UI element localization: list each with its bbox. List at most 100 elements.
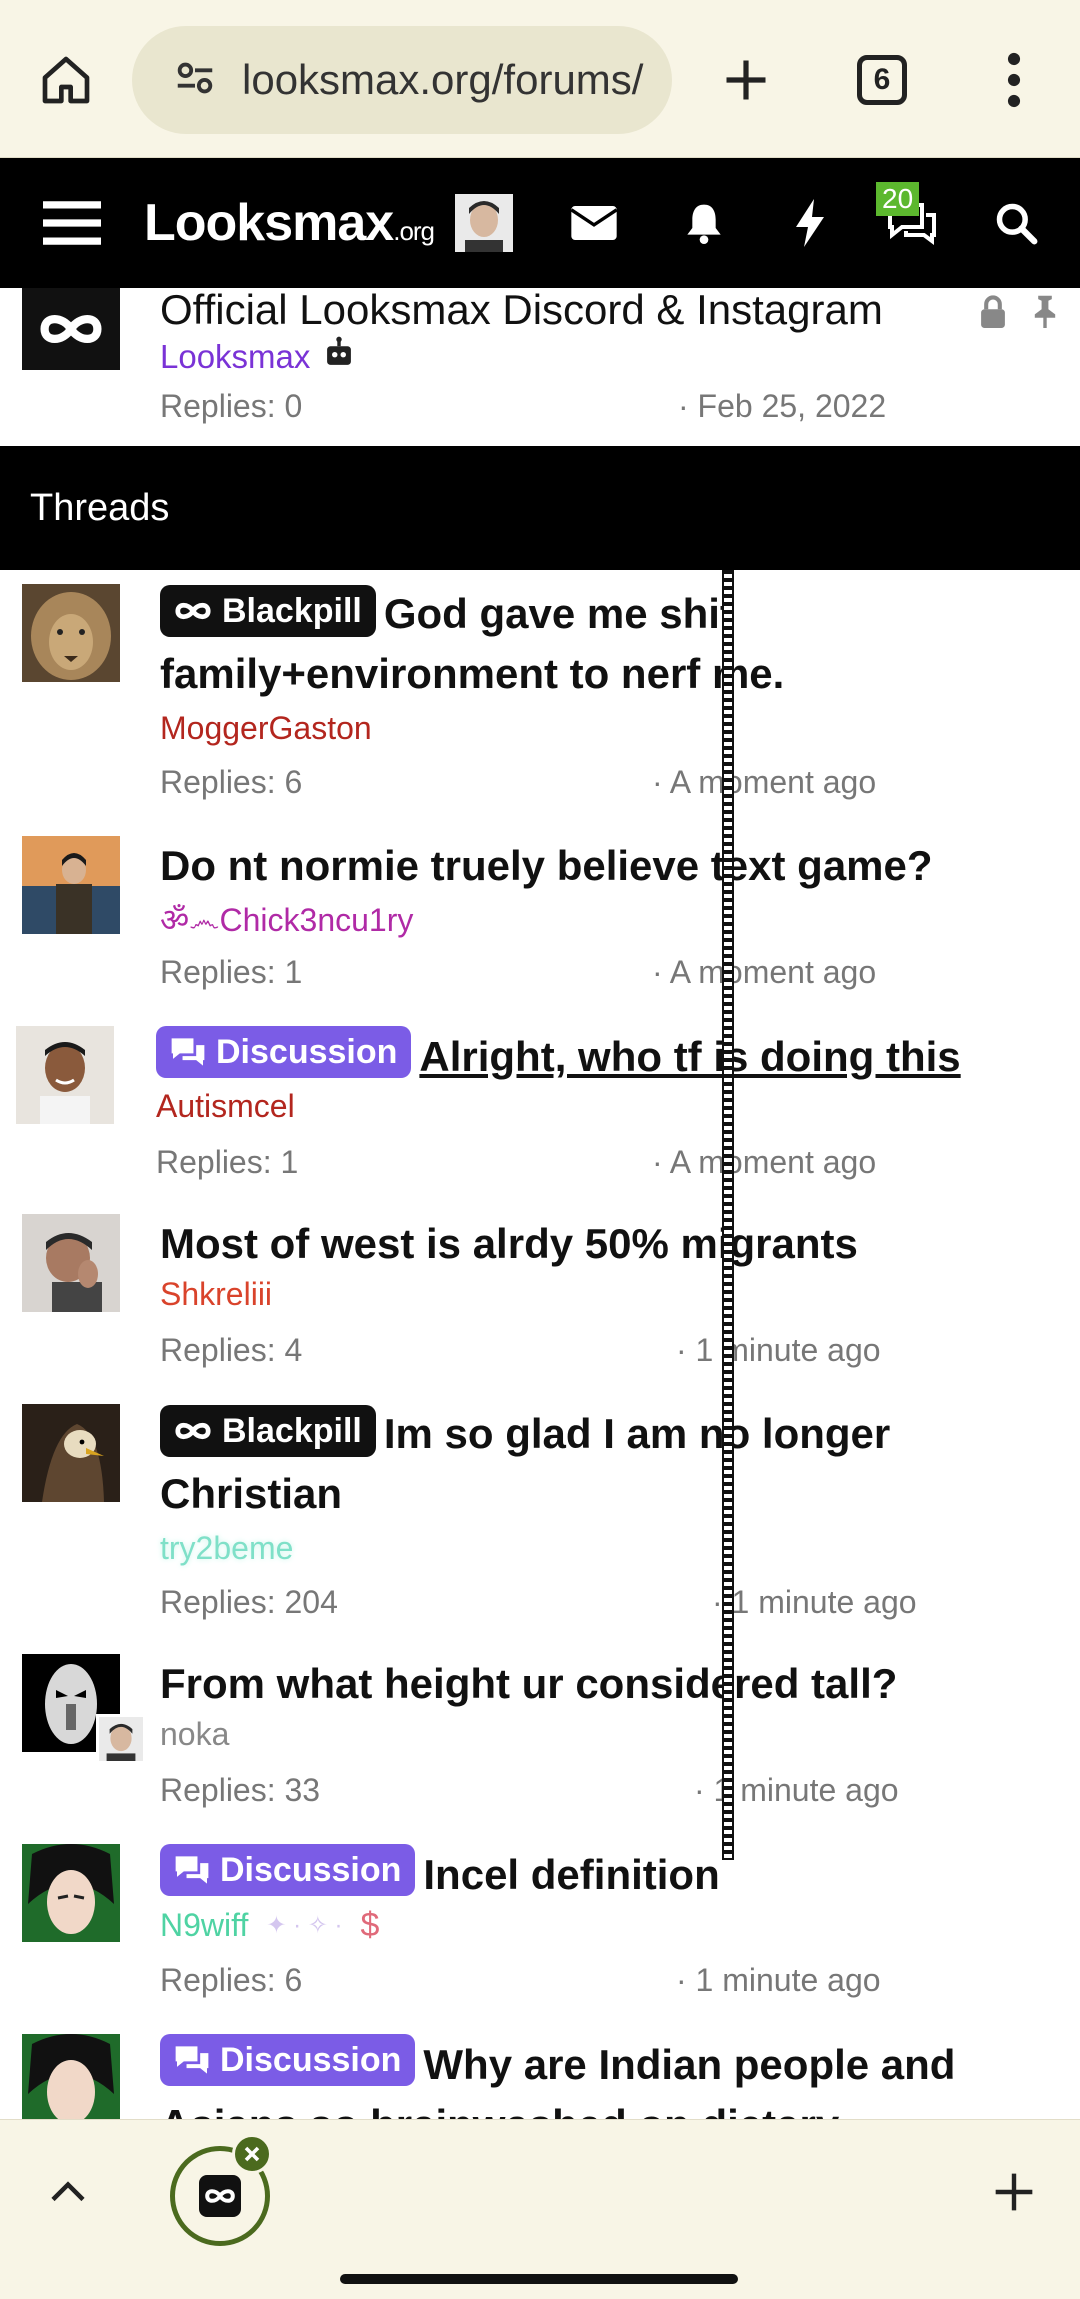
thread-title[interactable]: Discussion Why are Indian people and Asi… (160, 2034, 1060, 2119)
prefix-badge[interactable]: Discussion (160, 2034, 416, 2086)
thread-author[interactable]: try2beme (160, 1530, 293, 1567)
thread-item[interactable]: Do nt normie truely believe text game? ॐ… (0, 836, 1080, 1006)
thread-replies: Replies: 6 (160, 1962, 303, 1998)
lock-icon (976, 294, 1010, 333)
scroll-chain-decoration (722, 570, 734, 1860)
thread-item[interactable]: From what height ur considered tall? nok… (0, 1654, 1080, 1824)
mail-icon[interactable] (566, 188, 622, 258)
sticky-thread-title[interactable]: Official Looksmax Discord & Instagram (160, 286, 883, 334)
avatar[interactable] (22, 584, 120, 682)
new-tab-icon[interactable] (706, 40, 786, 120)
close-icon[interactable] (232, 2134, 272, 2174)
looksmax-logo-avatar[interactable] (22, 288, 120, 370)
thread-replies: Replies: 4 (160, 1332, 303, 1368)
prefix-badge[interactable]: Discussion (156, 1026, 412, 1078)
thread-replies: Replies: 204 (160, 1584, 338, 1620)
prefix-label: Discussion (220, 1851, 402, 1889)
sticky-thread[interactable]: Official Looksmax Discord & Instagram Lo… (0, 286, 1080, 446)
secondary-avatar (96, 1714, 146, 1764)
thread-time: · 1 minute ago (676, 1332, 881, 1368)
thread-time: · 1 minute ago (676, 1962, 881, 1998)
sticky-time: · Feb 25, 2022 (678, 388, 887, 424)
thread-replies: Replies: 6 (160, 764, 303, 800)
thread-item[interactable]: Discussion Incel definition N9wiff ✦ · ✧… (0, 1844, 1080, 2014)
prefix-badge[interactable]: Blackpill (160, 1405, 376, 1457)
thread-time: · 1 minute ago (712, 1584, 917, 1620)
dollar-icon: $ (360, 1906, 380, 1944)
sticky-thread-author[interactable]: Looksmax (160, 338, 310, 376)
prefix-badge[interactable]: Blackpill (160, 585, 376, 637)
thread-title-text: Most of west is alrdy 50% migrants (160, 1220, 858, 1267)
thread-title[interactable]: Blackpill God gave me shit family+enviro… (160, 584, 1060, 704)
robot-icon (322, 336, 356, 378)
url-text: looksmax.org/forums/ (242, 56, 644, 103)
thread-title[interactable]: Most of west is alrdy 50% migrants (160, 1214, 1060, 1274)
lightning-icon[interactable] (782, 188, 838, 258)
avatar[interactable] (22, 836, 120, 934)
prefix-label: Discussion (216, 1033, 398, 1071)
gesture-handle[interactable] (340, 2274, 738, 2284)
thread-author[interactable]: noka (160, 1716, 229, 1753)
thread-time: · A moment ago (652, 764, 877, 800)
thread-title[interactable]: Discussion Incel definition (160, 1844, 1060, 1905)
bell-icon[interactable] (676, 188, 732, 258)
prefix-label: Discussion (220, 2041, 402, 2079)
thread-item[interactable]: Blackpill God gave me shit family+enviro… (0, 584, 1080, 822)
looksmax-favicon-icon (199, 2175, 241, 2217)
infinity-icon (175, 1422, 211, 1440)
chat-icon (175, 2046, 209, 2074)
thread-title-text: Alright, who tf is doing this (419, 1033, 961, 1080)
pin-icon (1028, 294, 1062, 333)
thread-time: · A moment ago (652, 1144, 877, 1180)
thread-item[interactable]: Blackpill Im so glad I am no longer Chri… (0, 1404, 1080, 1642)
user-avatar[interactable] (454, 188, 514, 258)
thread-author[interactable]: ॐ෴Chick3ncu1ry (160, 898, 413, 941)
prefix-label: Blackpill (222, 592, 362, 630)
more-menu-icon[interactable] (974, 40, 1054, 120)
threads-section-title: Threads (30, 486, 170, 529)
thread-title[interactable]: Discussion Alright, who tf is doing this (156, 1026, 1056, 1087)
thread-replies: Replies: 1 (160, 954, 303, 990)
thread-item[interactable]: Discussion Why are Indian people and Asi… (0, 2034, 1080, 2119)
hamburger-menu-icon[interactable] (36, 188, 108, 258)
thread-author[interactable]: Autismcel (156, 1088, 295, 1125)
sticky-replies: Replies: 0 (160, 388, 303, 424)
thread-item[interactable]: Most of west is alrdy 50% migrants Shkre… (0, 1214, 1080, 1384)
thread-item[interactable]: Discussion Alright, who tf is doing this… (0, 1026, 1080, 1196)
browser-toolbar: looksmax.org/forums/ 6 (0, 0, 1080, 158)
thread-author[interactable]: N9wiff (160, 1907, 248, 1944)
thread-author[interactable]: Shkreliii (160, 1276, 272, 1313)
chat-icon (175, 1856, 209, 1884)
search-icon[interactable] (988, 188, 1044, 258)
avatar[interactable] (22, 1214, 120, 1312)
messages-badge: 20 (876, 182, 920, 216)
prefix-label: Blackpill (222, 1412, 362, 1450)
chevron-up-icon[interactable] (38, 2162, 98, 2222)
prefix-badge[interactable]: Discussion (160, 1844, 416, 1896)
thread-title-text: Incel definition (423, 1851, 720, 1898)
home-icon[interactable] (26, 40, 106, 120)
threads-section-header: Threads (0, 446, 1080, 570)
site-header: Looksmax.org (0, 158, 1080, 288)
site-settings-icon[interactable] (172, 55, 218, 106)
thread-replies: Replies: 1 (156, 1144, 299, 1180)
thread-title[interactable]: Do nt normie truely believe text game? (160, 836, 1060, 896)
logo-main-text: Looksmax (144, 194, 394, 252)
avatar[interactable] (16, 1026, 114, 1124)
logo-suffix-text: .org (393, 216, 435, 246)
thread-replies: Replies: 33 (160, 1772, 321, 1808)
thread-title-text: Do nt normie truely believe text game? (160, 842, 933, 889)
infinity-icon (175, 602, 211, 620)
avatar[interactable] (22, 1844, 120, 1942)
address-bar[interactable]: looksmax.org/forums/ (132, 26, 672, 134)
site-logo[interactable]: Looksmax.org (144, 188, 435, 258)
tab-count: 6 (857, 55, 907, 105)
tab-switcher-button[interactable]: 6 (842, 40, 922, 120)
avatar[interactable] (22, 2034, 120, 2119)
thread-time: · A moment ago (652, 954, 877, 990)
thread-author[interactable]: MoggerGaston (160, 710, 372, 747)
add-tab-icon[interactable] (984, 2162, 1044, 2222)
avatar[interactable] (22, 1404, 120, 1502)
thread-title[interactable]: From what height ur considered tall? (160, 1654, 1060, 1714)
thread-title[interactable]: Blackpill Im so glad I am no longer Chri… (160, 1404, 1060, 1524)
